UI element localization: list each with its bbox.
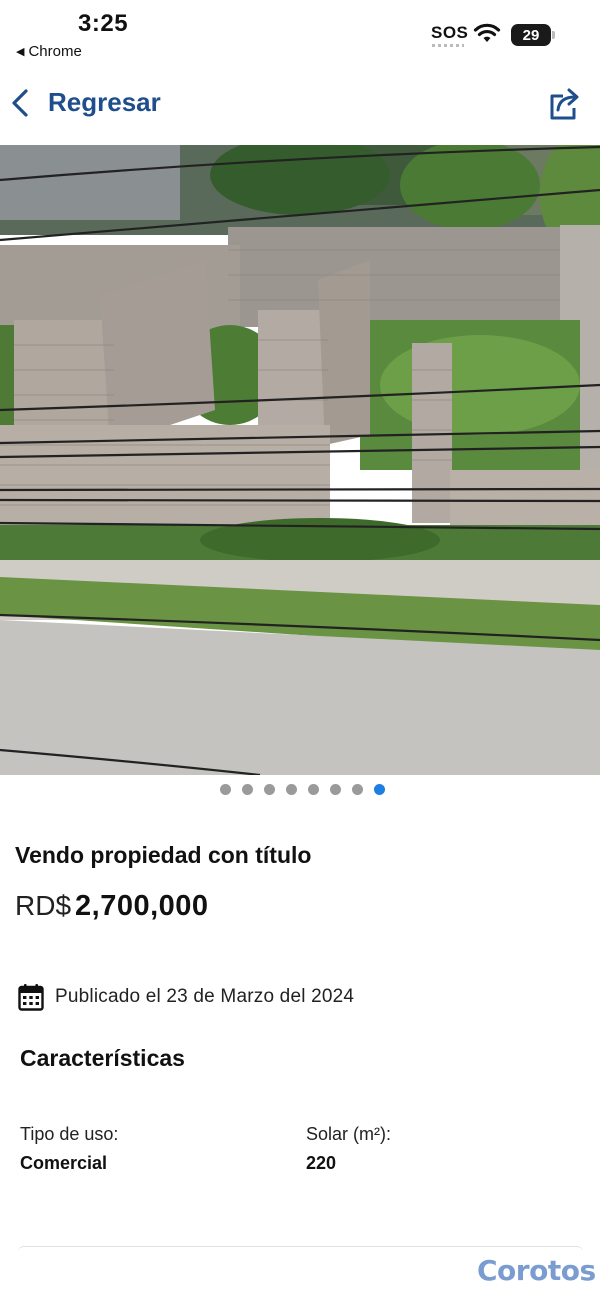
gallery-dot[interactable] [263,784,275,795]
calendar-icon [18,984,44,1011]
back-to-app-link[interactable]: ◀ Chrome [16,43,82,60]
feature-label: Solar (m²): [306,1124,391,1144]
gallery-dot[interactable] [373,784,385,795]
gallery-dot[interactable] [307,784,319,795]
feature-lot-size: Solar (m²): 220 [306,1124,391,1174]
battery-level: 29 [522,26,540,44]
carrier-label: SOS [431,23,469,42]
property-photo-illustration [0,145,600,775]
gallery-dot[interactable] [329,784,341,795]
back-triangle-icon: ◀ [16,46,25,58]
nav-bar: Regresar [0,80,600,132]
brand-logo: Corotos [477,1254,596,1287]
published-date: Publicado el 23 de Marzo del 2024 [18,983,354,1011]
property-photo[interactable] [0,145,600,775]
price-currency: RD$ [15,890,72,921]
listing-price: RD$ 2,700,000 [15,890,209,923]
back-button[interactable]: Regresar [10,87,161,118]
gallery-dot[interactable] [219,784,231,795]
feature-usage-type: Tipo de uso: Comercial [20,1124,118,1174]
wifi-icon [473,23,501,42]
features-heading: Características [20,1045,185,1071]
gallery-dot[interactable] [351,784,363,795]
published-text: Publicado el 23 de Marzo del 2024 [55,986,355,1007]
status-time: 3:25 [78,10,129,37]
back-label: Regresar [48,87,161,117]
signal-dots-icon [432,44,464,47]
gallery-pagination[interactable] [0,784,600,800]
battery-icon: 29 [511,24,551,46]
status-bar: 3:25 ◀ Chrome SOS 29 [0,0,600,70]
share-icon[interactable] [546,86,582,122]
chevron-left-icon [12,88,28,117]
price-amount: 2,700,000 [75,890,209,922]
card-divider [18,1246,583,1252]
battery-tip [552,31,555,39]
gallery-dot[interactable] [285,784,297,795]
feature-label: Tipo de uso: [20,1124,119,1144]
back-app-label: Chrome [28,43,82,60]
feature-value: Comercial [20,1153,108,1173]
gallery-dot[interactable] [241,784,253,795]
listing-title: Vendo propiedad con título [15,842,312,868]
feature-value: 220 [306,1153,337,1173]
